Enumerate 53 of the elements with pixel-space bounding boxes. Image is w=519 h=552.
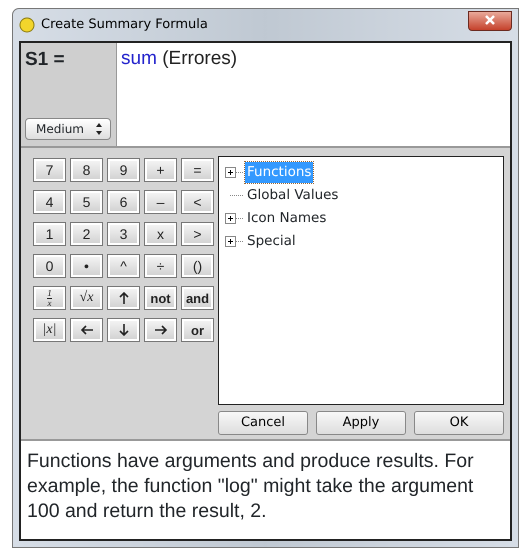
keypad-key[interactable]: 9 <box>107 158 140 182</box>
keypad-key[interactable]: √x <box>70 286 103 310</box>
keypad-key[interactable]: () <box>181 254 214 278</box>
tree-item[interactable]: Icon Names <box>245 208 328 229</box>
tree-item[interactable]: Global Values <box>245 185 340 206</box>
expand-icon[interactable] <box>225 213 236 224</box>
keypad-key[interactable]: 0 <box>33 254 66 278</box>
keypad-key[interactable]: 1 x <box>33 286 66 310</box>
keypad-key[interactable]: or <box>181 318 214 342</box>
keypad-key[interactable]: x <box>144 222 177 246</box>
keypad-key[interactable]: 2 <box>70 222 103 246</box>
cancel-button[interactable]: Cancel <box>218 411 308 435</box>
keypad-key[interactable]: + <box>144 158 177 182</box>
help-text: Functions have arguments and produce results. For example, the function "log" might take the argument 100 and return the result, 2. <box>21 439 510 539</box>
function-name: sum <box>121 48 157 69</box>
tree-line <box>230 195 243 196</box>
keypad-key[interactable]: 6 <box>107 190 140 214</box>
keypad-key[interactable]: 4 <box>33 190 66 214</box>
up-arrow-key[interactable] <box>107 286 140 310</box>
right-arrow-key[interactable] <box>144 318 177 342</box>
close-button[interactable] <box>468 11 512 31</box>
keypad-key[interactable]: and <box>181 286 214 310</box>
formula-label: S1 = <box>25 48 66 72</box>
expand-icon[interactable] <box>225 167 236 178</box>
tree-line <box>236 172 243 173</box>
window-title: Create Summary Formula <box>41 16 208 34</box>
function-argument: (Errores) <box>162 48 238 69</box>
keypad-key[interactable]: 8 <box>70 158 103 182</box>
keypad-key[interactable]: 5 <box>70 190 103 214</box>
formula-field[interactable]: sum (Errores) <box>117 43 510 146</box>
keypad-key[interactable]: ^ <box>107 254 140 278</box>
keypad-key[interactable]: ÷ <box>144 254 177 278</box>
keypad-key[interactable]: 3 <box>107 222 140 246</box>
keypad-key[interactable]: 7 <box>33 158 66 182</box>
keypad-key[interactable]: < <box>181 190 214 214</box>
close-icon <box>483 14 497 26</box>
apply-button[interactable]: Apply <box>316 411 406 435</box>
left-arrow-key[interactable] <box>70 318 103 342</box>
keypad-key[interactable]: – <box>144 190 177 214</box>
keypad-key[interactable]: 1 <box>33 222 66 246</box>
keypad-key[interactable]: > <box>181 222 214 246</box>
keypad-key[interactable]: = <box>181 158 214 182</box>
tree-line <box>236 241 243 242</box>
keypad-key[interactable]: not <box>144 286 177 310</box>
down-arrow-key[interactable] <box>107 318 140 342</box>
expand-icon[interactable] <box>225 236 236 247</box>
tree-line <box>236 218 243 219</box>
size-dropdown[interactable]: Medium <box>25 118 111 140</box>
keypad-key[interactable]: • <box>70 254 103 278</box>
tree-item[interactable]: Special <box>245 231 298 252</box>
keypad-key[interactable]: |x| <box>33 318 66 342</box>
ok-button[interactable]: OK <box>414 411 504 435</box>
circle-icon <box>19 17 35 33</box>
